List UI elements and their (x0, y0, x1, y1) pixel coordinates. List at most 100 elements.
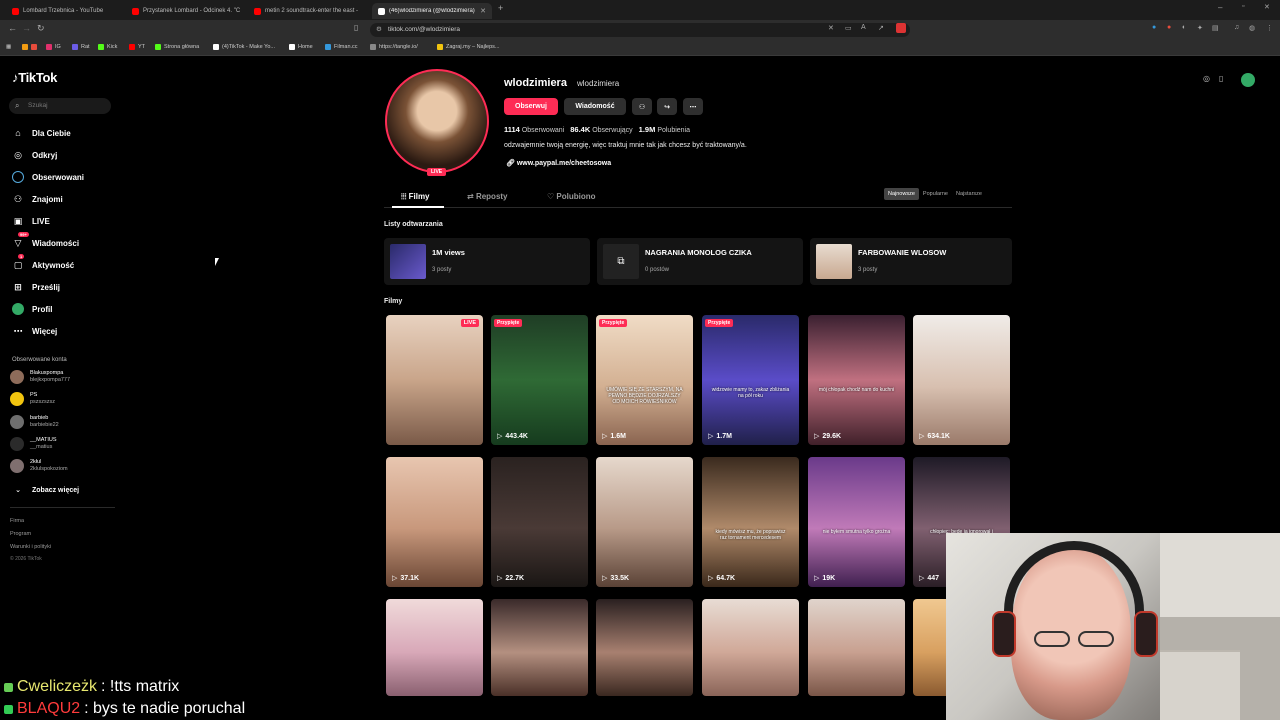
extension-icon-2[interactable]: ◐ (1182, 24, 1186, 31)
minimize-icon[interactable]: – (1218, 3, 1222, 12)
phone-icon[interactable]: ▯ (1219, 74, 1223, 83)
more-options-button[interactable]: ⋯ (683, 98, 703, 115)
video-tile[interactable]: ▷ 37.1K (386, 457, 483, 587)
bookmark-item[interactable]: Filman.cc (325, 44, 358, 50)
translate-icon[interactable]: A (861, 24, 866, 31)
playlist-card[interactable]: ⧉ NAGRANIA MONOLOG CZIKA 0 postów (597, 238, 803, 285)
followers-count[interactable]: 86.4K Obserwujący (570, 125, 632, 134)
video-tile[interactable]: mój chłopak chodź nam do kuchni ▷ 29.6K (808, 315, 905, 445)
bookmark-item[interactable]: Strona główna (155, 44, 199, 50)
bookmark-item[interactable]: (4)TikTok - Make Yo... (213, 44, 275, 50)
video-tile[interactable]: Przypięte ▷ 443.4K (491, 315, 588, 445)
menu-icon[interactable]: ⋮ (1266, 24, 1273, 32)
browser-tab-1[interactable]: Lombard Trzebnica - YouTube (6, 3, 124, 19)
user-avatar[interactable] (1241, 73, 1255, 87)
video-tile[interactable] (702, 599, 799, 696)
mute-icon[interactable]: ✕ (828, 24, 834, 32)
following-count[interactable]: 1114 Obserwowani (504, 125, 564, 134)
playlist-card[interactable]: FARBOWANIE WLOSOW 3 posty (810, 238, 1012, 285)
maximize-icon[interactable]: ▫ (1242, 3, 1244, 10)
sort-oldest[interactable]: Najstarsze (952, 188, 986, 200)
footer-program[interactable]: Program (10, 531, 31, 537)
new-tab-icon[interactable]: + (498, 3, 503, 13)
profile-avatar[interactable] (385, 69, 489, 173)
video-tile[interactable] (596, 599, 693, 696)
close-window-icon[interactable]: ✕ (1264, 3, 1270, 11)
reload-icon[interactable]: ↻ (37, 23, 45, 34)
sidebar-icon[interactable]: ▤ (1212, 24, 1219, 32)
puzzle-icon[interactable]: ✦ (1197, 24, 1203, 32)
video-tile[interactable]: LIVE (386, 315, 483, 445)
video-tile[interactable] (386, 599, 483, 696)
tab-reposts[interactable]: ⇄ Reposty (467, 192, 508, 201)
nav-following[interactable]: Obserwowani (12, 171, 84, 183)
message-button[interactable]: Wiadomość (564, 98, 626, 115)
nav-upload[interactable]: ⊞ Prześlij (12, 281, 60, 293)
back-icon[interactable]: ← (8, 23, 17, 33)
video-tile[interactable]: ▷ 33.5K (596, 457, 693, 587)
extension-blue-icon[interactable]: ● (1152, 24, 1156, 31)
nav-explore[interactable]: ◎ Odkryj (12, 149, 57, 161)
nav-for-you[interactable]: ⌂ Dla Ciebie (12, 127, 70, 139)
close-tab-icon[interactable]: ✕ (480, 7, 486, 15)
follow-button[interactable]: Obserwuj (504, 98, 558, 115)
video-tile[interactable] (808, 599, 905, 696)
nav-messages[interactable]: ▽ 99+ Wiadomości (12, 232, 79, 249)
tab-liked[interactable]: ♡ Polubiono (547, 192, 596, 201)
video-tile[interactable]: nie byłem smutna tylko groźna ▷ 19K (808, 457, 905, 587)
video-tile[interactable]: kiedy mówisz mu, że poprawisz raz tornam… (702, 457, 799, 587)
bookmark-item[interactable]: Home (289, 44, 313, 50)
following-account[interactable]: 2kłul 2klulspokoziom (10, 459, 68, 473)
following-account[interactable]: __MATIUS __matius (10, 437, 57, 451)
cast-icon[interactable]: ▭ (845, 24, 852, 32)
forward-icon[interactable]: → (22, 23, 31, 33)
tab-videos[interactable]: ⦙⦙⦙ Filmy (401, 192, 430, 202)
add-friend-button[interactable]: ⚇ (632, 98, 652, 115)
video-tile[interactable]: Przypięte UMÓWIE SIĘ ZE STARSZYM, NA PEWN… (596, 315, 693, 445)
nav-activity[interactable]: ▢ 1 Aktywność (12, 254, 74, 271)
footer-company[interactable]: Firma (10, 518, 24, 524)
browser-tab-active[interactable]: (46)wlodzimiera (@wlodzimiera) ✕ (372, 3, 492, 19)
playlist-card[interactable]: 1M views 3 posty (384, 238, 590, 285)
nav-friends[interactable]: ⚇ Znajomi (12, 193, 63, 205)
extension-icon[interactable] (896, 23, 906, 33)
footer-copyright: © 2026 TikTok (10, 556, 42, 562)
video-tile[interactable] (491, 599, 588, 696)
bookmark-item[interactable]: YT (129, 44, 145, 50)
bookmark-item[interactable]: Rat (72, 44, 90, 50)
bookmark-item[interactable]: https://tangle.io/ (370, 44, 418, 50)
view-count: ▷ 37.1K (392, 574, 420, 583)
share-icon[interactable]: ↗ (878, 24, 884, 32)
video-tile[interactable]: Przypięte widzowie mamy to, zakaz zbliżan… (702, 315, 799, 445)
bookmark-item[interactable]: Zagraj.my – Najleps... (437, 44, 500, 50)
video-tile[interactable]: ▷ 634.1K (913, 315, 1010, 445)
view-count: ▷ 634.1K (919, 432, 950, 441)
tiktok-logo[interactable]: ♪TikTok (12, 70, 57, 85)
nav-more[interactable]: ⋯ Więcej (12, 325, 58, 337)
following-account[interactable]: barbieb barbiebie22 (10, 415, 59, 429)
share-profile-button[interactable]: ↪ (657, 98, 677, 115)
profile-link[interactable]: 🔗︎ www.paypal.me/cheetosowa (506, 159, 611, 167)
sort-popular[interactable]: Popularne (919, 188, 952, 200)
bookmark-icon[interactable]: ▯ (354, 23, 358, 32)
footer-terms[interactable]: Warunki i polityki (10, 544, 51, 550)
media-icon[interactable]: ♫ (1234, 24, 1239, 31)
following-account[interactable]: Blakuxpompa blejkxpompa777 (10, 370, 70, 384)
browser-tab-3[interactable]: metin 2 soundtrack-enter the east - (248, 3, 368, 19)
compass-icon[interactable]: ◎ (1203, 74, 1210, 83)
profile-icon[interactable]: ◍ (1249, 24, 1255, 32)
more-icon: ⋯ (689, 103, 697, 111)
nav-live[interactable]: ▣ LIVE (12, 215, 50, 227)
see-more-button[interactable]: ⌄ Zobacz więcej (12, 484, 79, 496)
extension-red-icon[interactable]: ● (1167, 24, 1171, 31)
apps-icon[interactable]: ▦ (6, 44, 11, 50)
sort-latest[interactable]: Najnowsze (884, 188, 919, 200)
browser-tab-2[interactable]: Przystanek Lombard - Odcinek 4. "C (126, 3, 246, 19)
video-tile[interactable]: ▷ 22.7K (491, 457, 588, 587)
bookmark-item[interactable]: IG (46, 44, 61, 50)
nav-profile[interactable]: Profil (12, 303, 52, 315)
bookmark-item[interactable]: Kick (98, 44, 117, 50)
mouse-cursor (215, 258, 219, 266)
search-input[interactable]: ⌕ Szukaj (9, 98, 111, 114)
following-account[interactable]: PS pszszszsz (10, 392, 55, 406)
